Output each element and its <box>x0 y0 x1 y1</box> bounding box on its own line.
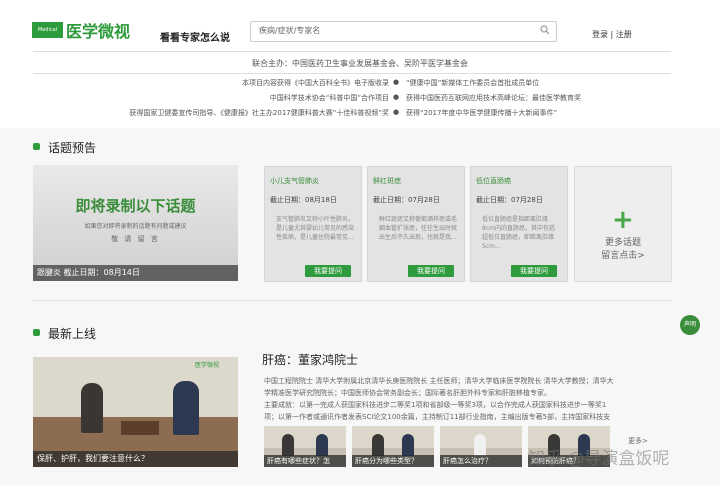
note-item: 本项目内容获得《中国大百科全书》电子版收录 <box>242 79 389 87</box>
banner-subtitle: 如果您对即将录制的话题有问题或建议 <box>84 223 187 230</box>
note-item: 获得“2017年度中华医学健康传播十大新闻事件” <box>406 109 558 117</box>
leave-message-link: 留言点击> <box>601 251 645 261</box>
video-caption: 保肝、护肝，我们要注意什么？ <box>33 451 238 467</box>
article-text-line: 中国工程院院士 清华大学附属北京清华长庚医院院长 主任医师；清华大学临床医学院院… <box>264 377 614 385</box>
article-text-line: 项；以第一作者或通讯作者发表SCI论文100余篇，主持制订11部行业指南，主编出… <box>264 413 611 421</box>
thumb-figure <box>316 434 328 456</box>
thumbnail-caption: 肝癌怎么治疗？ <box>440 455 522 467</box>
search-input[interactable]: 疾病/症状/专家名 <box>250 21 557 42</box>
article-text-line: 主要成就：以第一完成人获国家科技进步二等奖1项和省部级一等奖3项，以合作完成人获… <box>264 401 607 409</box>
note-item: 获得国家卫健委宣传司指导、《健康报》社主办2017健康科普大赛“十佳科普视频”奖 <box>129 109 389 117</box>
search-icon[interactable] <box>540 25 550 35</box>
more-topics-label: 更多话题 <box>604 238 641 248</box>
video-logo: 医学微视 <box>195 362 220 369</box>
statement-badge[interactable]: 声明 <box>680 315 700 335</box>
thumb-scene <box>264 426 346 448</box>
banner-title: 即将录制以下话题 <box>75 197 196 215</box>
featured-video[interactable]: 医学微视 保肝、护肝，我们要注意什么？ <box>33 357 238 467</box>
ask-question-button[interactable]: 我要提问 <box>305 265 351 277</box>
header-divider <box>33 51 671 52</box>
section-divider <box>33 300 671 301</box>
note-bullet: ● <box>393 108 400 116</box>
sponsor-divider <box>33 73 671 74</box>
ask-question-button[interactable]: 我要提问 <box>408 265 454 277</box>
thumbnail-caption: 肝癌分为哪些类型？ <box>352 455 434 467</box>
sponsor-text: 联合主办：中国医药卫生事业发展基金会、吴阶平医学基金会 <box>252 59 468 68</box>
video-thumbnail[interactable]: 肝癌有哪些症状？怎 <box>264 426 346 467</box>
thumbnail-caption: 肝癌有哪些症状？怎 <box>264 455 346 467</box>
topic-card-title: 小儿支气管肺炎 <box>270 177 319 185</box>
note-item: 获得中国医药互联网应用技术高峰论坛：最佳医学教育奖 <box>406 94 581 102</box>
video-thumbnail[interactable]: 肝癌怎么治疗？ <box>440 426 522 467</box>
thumb-figure <box>474 434 486 456</box>
banner-subtitle-2: 敬 请 留 言 <box>111 235 160 243</box>
thumb-scene <box>352 426 434 448</box>
plus-icon: + <box>612 205 634 235</box>
login-register-link[interactable]: 登录 | 注册 <box>592 29 632 40</box>
topic-card-body: 支气管肺炎又称小叶性肺炎，是儿童尤其婴幼儿常见的感染性疾病，是儿童住院最常见..… <box>276 216 355 241</box>
video-table <box>121 421 159 435</box>
article-title[interactable]: 肝癌：董家鸿院士 <box>262 351 358 368</box>
video-host-figure <box>81 383 103 433</box>
ask-question-button[interactable]: 我要提问 <box>511 265 557 277</box>
article-text-line: 学精准医学研究院院长；中国医师协会常务副会长；国际著名肝胆外科专家和肝脏移植专家… <box>264 389 551 397</box>
thumb-figure <box>282 434 294 456</box>
thumb-figure <box>402 434 414 456</box>
logo-text: 医学微视 <box>66 22 131 41</box>
video-thumbnail[interactable]: 肝癌分为哪些类型？ <box>352 426 434 467</box>
watermark-text: 知乎 @导演盒饭呢 <box>528 449 670 469</box>
topic-card[interactable]: 小儿支气管肺炎 截止日期：08月18日 支气管肺炎又称小叶性肺炎，是儿童尤其婴幼… <box>264 166 362 282</box>
section-title-preview: 话题预告 <box>48 141 97 155</box>
section-title-latest: 最新上线 <box>48 327 97 341</box>
topic-card[interactable]: 鲜红斑痣 截止日期：07月28日 鲜红斑痣又称葡萄酒样痣或毛细血管扩张痣，往往生… <box>367 166 465 282</box>
topic-card-body: 鲜红斑痣又称葡萄酒样痣或毛细血管扩张痣，往往生出时就出生后不久出现，也就是我..… <box>379 216 458 241</box>
topic-card-date: 截止日期：07月28日 <box>476 196 543 204</box>
preview-banner[interactable]: 即将录制以下话题 如果您对即将录制的话题有问题或建议 敬 请 留 言 跟腱炎 截… <box>33 165 238 281</box>
search-placeholder: 疾病/症状/专家名 <box>259 26 321 35</box>
note-bullet: ● <box>393 78 400 86</box>
section-marker <box>33 329 40 336</box>
more-topics-card[interactable]: + 更多话题 留言点击> <box>574 166 672 282</box>
topic-card[interactable]: 低位直肠癌 截止日期：07月28日 低位直肠癌是指距离肛缘8cm内的直肠癌，其中… <box>470 166 568 282</box>
banner-caption: 跟腱炎 截止日期：08月14日 <box>33 265 238 281</box>
topic-card-title: 低位直肠癌 <box>476 177 511 185</box>
topic-card-body: 低位直肠癌是指距离肛缘8cm内的直肠癌，其中包括超低位直肠癌，即距离肛缘5cm.… <box>482 216 555 250</box>
topic-card-date: 截止日期：08月18日 <box>270 196 337 204</box>
logo[interactable]: Medical Video 医学微视 <box>32 16 144 49</box>
note-bullet: ● <box>393 93 400 101</box>
thumb-figure <box>372 434 384 456</box>
video-guest-figure <box>173 381 199 435</box>
logo-mark: Medical Video <box>32 22 63 49</box>
topic-card-title: 鲜红斑痣 <box>373 177 401 185</box>
note-item: “健康中国”新媒体工作委员会首批成员单位 <box>406 79 540 87</box>
tagline: 看看专家怎么说 <box>160 33 230 44</box>
note-item: 中国科学技术协会“科普中国”合作项目 <box>269 94 389 102</box>
topic-card-date: 截止日期：07月28日 <box>373 196 440 204</box>
section-marker <box>33 143 40 150</box>
